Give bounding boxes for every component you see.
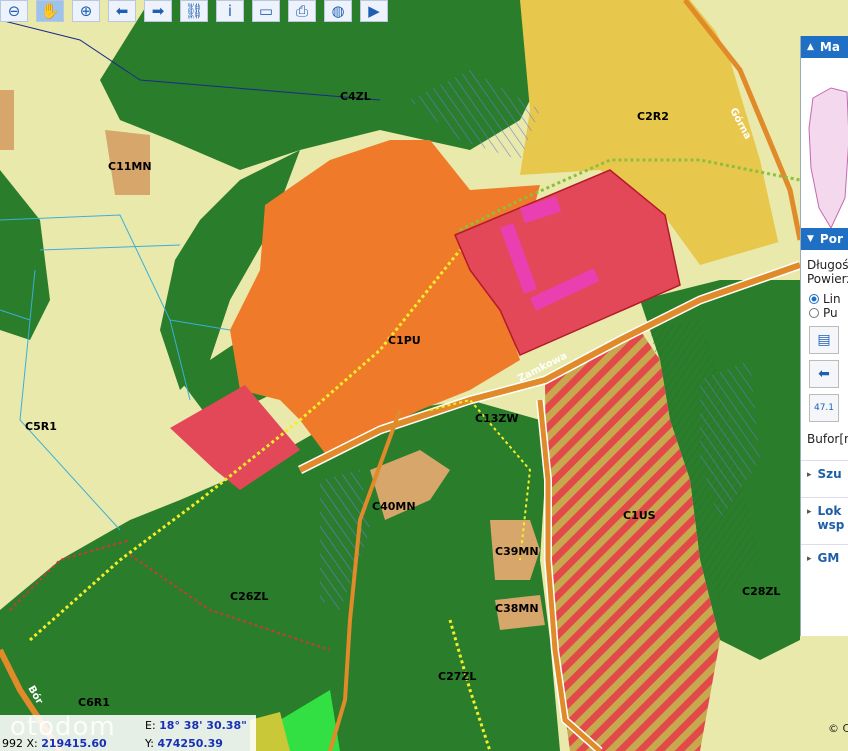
expand-arrow-icon: ▼: [807, 234, 814, 244]
camera-icon: ▶: [368, 2, 380, 20]
overview-map[interactable]: [801, 58, 848, 230]
back-arrow-button[interactable]: ⬅: [809, 360, 839, 388]
info-icon: i: [227, 2, 233, 20]
label-c2r2: C2R2: [637, 110, 669, 123]
label-c13zw: C13ZW: [475, 412, 519, 425]
link-search[interactable]: ▸ Szu: [801, 460, 848, 497]
label-c1us: C1US: [623, 509, 656, 522]
magnifier-plus-icon: ⊕: [79, 2, 93, 20]
link-tool[interactable]: ⛓: [180, 0, 208, 22]
chevron-right-icon: ▸: [807, 470, 812, 480]
radio-selected-icon: [809, 294, 819, 304]
collapse-arrow-icon: ▲: [807, 42, 814, 52]
map-toolbar: ⊖ ✋ ⊕ ⬅ ➡ ⛓ i ▭ ⎙ ◍ ▶: [0, 0, 396, 22]
video-tool[interactable]: ▶: [360, 0, 388, 22]
panel-section-map[interactable]: ▲ Ma: [801, 36, 848, 58]
length-label: Długoś: [807, 258, 848, 272]
link-locate[interactable]: ▸ Lok wsp: [801, 497, 848, 544]
arrow-left-icon: ⬅: [115, 2, 129, 20]
zoom-out-tool[interactable]: ⊖: [0, 0, 28, 22]
chevron-right-icon: ▸: [807, 554, 812, 564]
label-c1pu: C1PU: [388, 334, 421, 347]
label-c4zl: C4ZL: [340, 90, 371, 103]
label-c39mn: C39MN: [495, 545, 539, 558]
pan-tool[interactable]: ✋: [36, 0, 64, 22]
label-c11mn: C11MN: [108, 160, 152, 173]
label-c38mn: C38MN: [495, 602, 539, 615]
label-c28zl: C28ZL: [742, 585, 780, 598]
forward-tool[interactable]: ➡: [144, 0, 172, 22]
printer-icon: ⎙: [295, 2, 308, 20]
document-button[interactable]: ▤: [809, 326, 839, 354]
side-panel: ▲Ma ▼Por Długoś Powierz Lin Pu ▤ ⬅ 47.1 …: [800, 36, 848, 636]
chevron-right-icon: ▸: [807, 507, 812, 517]
planning-map[interactable]: C4ZL C2R2 C1PU C5R1 C13ZW C40MN C39MN C3…: [0, 0, 848, 751]
label-c6r1: C6R1: [78, 696, 110, 709]
radio-point[interactable]: Pu: [801, 306, 848, 320]
arrow-right-icon: ➡: [151, 2, 165, 20]
magnifier-minus-icon: ⊖: [7, 2, 21, 20]
buffer-label: Bufor[m: [807, 432, 848, 446]
globe-tool[interactable]: ◍: [324, 0, 352, 22]
label-c27zl: C27ZL: [438, 670, 476, 683]
hand-icon: ✋: [40, 2, 60, 20]
area-label: Powierz: [807, 272, 848, 286]
y-coordinate: 474250.39: [157, 737, 223, 750]
copyright: © C: [828, 722, 848, 735]
print-tool[interactable]: ⎙: [288, 0, 316, 22]
radio-empty-icon: [809, 308, 819, 318]
label-c5r1: C5R1: [25, 420, 57, 433]
link-gm[interactable]: ▸ GM: [801, 544, 848, 577]
chain-link-icon: ⛓: [184, 2, 204, 20]
label-c26zl: C26ZL: [230, 590, 268, 603]
label-c40mn: C40MN: [372, 500, 416, 513]
radio-line[interactable]: Lin: [801, 292, 848, 306]
ruler-icon: ▭: [258, 2, 274, 20]
east-coordinate: 18° 38' 30.38": [159, 719, 247, 732]
globe-icon: ◍: [331, 2, 345, 20]
measure-tool[interactable]: ▭: [252, 0, 280, 22]
info-tool[interactable]: i: [216, 0, 244, 22]
back-tool[interactable]: ⬅: [108, 0, 136, 22]
arrow-left-icon: ⬅: [818, 366, 830, 382]
watermark-logo: otodom: [10, 712, 116, 742]
value-button[interactable]: 47.1: [809, 394, 839, 422]
document-icon: ▤: [817, 332, 831, 348]
zoom-in-tool[interactable]: ⊕: [72, 0, 100, 22]
panel-section-measure[interactable]: ▼ Por: [801, 228, 848, 250]
